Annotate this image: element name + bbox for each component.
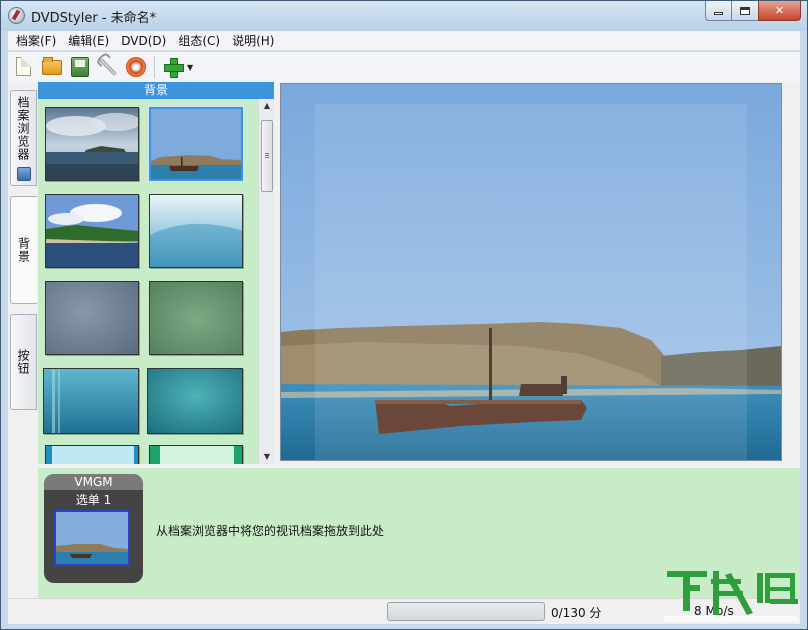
thumbnail-grid xyxy=(38,99,258,464)
thumbnail-lake-shore[interactable] xyxy=(45,194,139,268)
open-project-button[interactable] xyxy=(40,55,64,79)
scroll-down-icon[interactable]: ▼ xyxy=(259,450,275,464)
tab-buttons-label: 按钮 xyxy=(16,349,30,375)
thumbnail-sea-island[interactable] xyxy=(45,107,139,181)
menu-file[interactable]: 档案(F) xyxy=(10,32,62,49)
settings-button[interactable] xyxy=(96,55,120,79)
scrollbar-thumb[interactable] xyxy=(261,120,273,192)
panel-header: 背景 xyxy=(38,82,274,99)
burn-dvd-button[interactable] xyxy=(124,55,148,79)
thumbnail-slate-blur[interactable] xyxy=(45,281,139,355)
thumbnail-scrollbar[interactable]: ▲ ▼ xyxy=(258,99,274,464)
file-browser-icon xyxy=(16,166,31,181)
minimize-button[interactable] xyxy=(705,1,732,21)
new-project-button[interactable] xyxy=(12,55,36,79)
tab-backgrounds[interactable]: 背景 xyxy=(10,196,37,304)
side-tabs: 档案浏览器 背景 按钮 xyxy=(8,82,38,464)
title-bar[interactable]: DVDStyler - 未命名* ✕ xyxy=(1,1,807,31)
thumbnail-teal-water[interactable] xyxy=(147,368,243,434)
grip-icon xyxy=(265,153,269,154)
main-content: 档案浏览器 背景 按钮 背景 ▲ ▼ VMGM 选单 1 从档案浏览器中将您的视… xyxy=(8,82,800,598)
close-button[interactable]: ✕ xyxy=(758,1,801,21)
thumbnail-cyan-bar[interactable] xyxy=(45,445,139,464)
tab-backgrounds-label: 背景 xyxy=(16,237,31,263)
thumbnail-teal-stripes[interactable] xyxy=(43,368,139,434)
menu-dvd[interactable]: DVD(D) xyxy=(115,34,172,48)
close-icon: ✕ xyxy=(774,4,785,17)
add-dropdown-chevron-icon[interactable]: ▼ xyxy=(187,63,193,72)
save-project-button[interactable] xyxy=(68,55,92,79)
tab-file-browser[interactable]: 档案浏览器 xyxy=(10,90,37,186)
dvdstyler-app-icon xyxy=(8,7,25,24)
thumbnail-ship-wreck[interactable] xyxy=(148,106,244,182)
maximize-icon xyxy=(740,6,750,15)
window-title: DVDStyler - 未命名* xyxy=(31,11,157,26)
menu-edit[interactable]: 编辑(E) xyxy=(62,32,115,49)
menu-help[interactable]: 说明(H) xyxy=(226,32,280,49)
app-window: DVDStyler - 未命名* ✕ 档案(F) 编辑(E) DVD(D) 组态… xyxy=(0,0,808,630)
new-file-icon xyxy=(16,57,31,76)
menu-bar: 档案(F) 编辑(E) DVD(D) 组态(C) 说明(H) xyxy=(8,31,800,51)
toolbar-separator xyxy=(154,56,155,78)
add-button[interactable] xyxy=(161,55,185,79)
window-controls: ✕ xyxy=(705,1,801,21)
drop-hint-text: 从档案浏览器中将您的视讯档案拖放到此处 xyxy=(156,524,385,538)
disc-usage-progress-bar xyxy=(387,602,545,621)
scroll-up-icon[interactable]: ▲ xyxy=(259,99,275,113)
disc-time-usage: 0/130 分 xyxy=(551,606,602,620)
watermark-logo-icon xyxy=(664,571,798,622)
vmgm-menu-card[interactable]: VMGM 选单 1 xyxy=(44,474,143,583)
add-plus-icon xyxy=(163,57,184,78)
menu-configure[interactable]: 组态(C) xyxy=(172,32,226,49)
vmgm-label: VMGM xyxy=(44,474,143,490)
burn-disc-icon xyxy=(126,57,146,77)
minimize-icon xyxy=(714,12,723,15)
wrench-icon xyxy=(98,57,118,77)
open-folder-icon xyxy=(42,57,62,75)
menu-1-thumbnail[interactable] xyxy=(54,510,130,566)
thumbnail-mint-bar[interactable] xyxy=(149,445,243,464)
thumbnail-green-blur[interactable] xyxy=(149,281,243,355)
menu-1-label: 选单 1 xyxy=(75,493,112,507)
save-icon xyxy=(71,57,89,77)
menu-preview-canvas[interactable] xyxy=(280,83,782,461)
tab-buttons[interactable]: 按钮 xyxy=(10,314,37,410)
toolbar: ▼ xyxy=(8,52,800,82)
maximize-button[interactable] xyxy=(732,1,758,21)
thumbnail-blue-gradient[interactable] xyxy=(149,194,243,268)
background-panel: 背景 ▲ ▼ xyxy=(38,82,274,464)
tab-file-browser-label: 档案浏览器 xyxy=(16,95,30,161)
